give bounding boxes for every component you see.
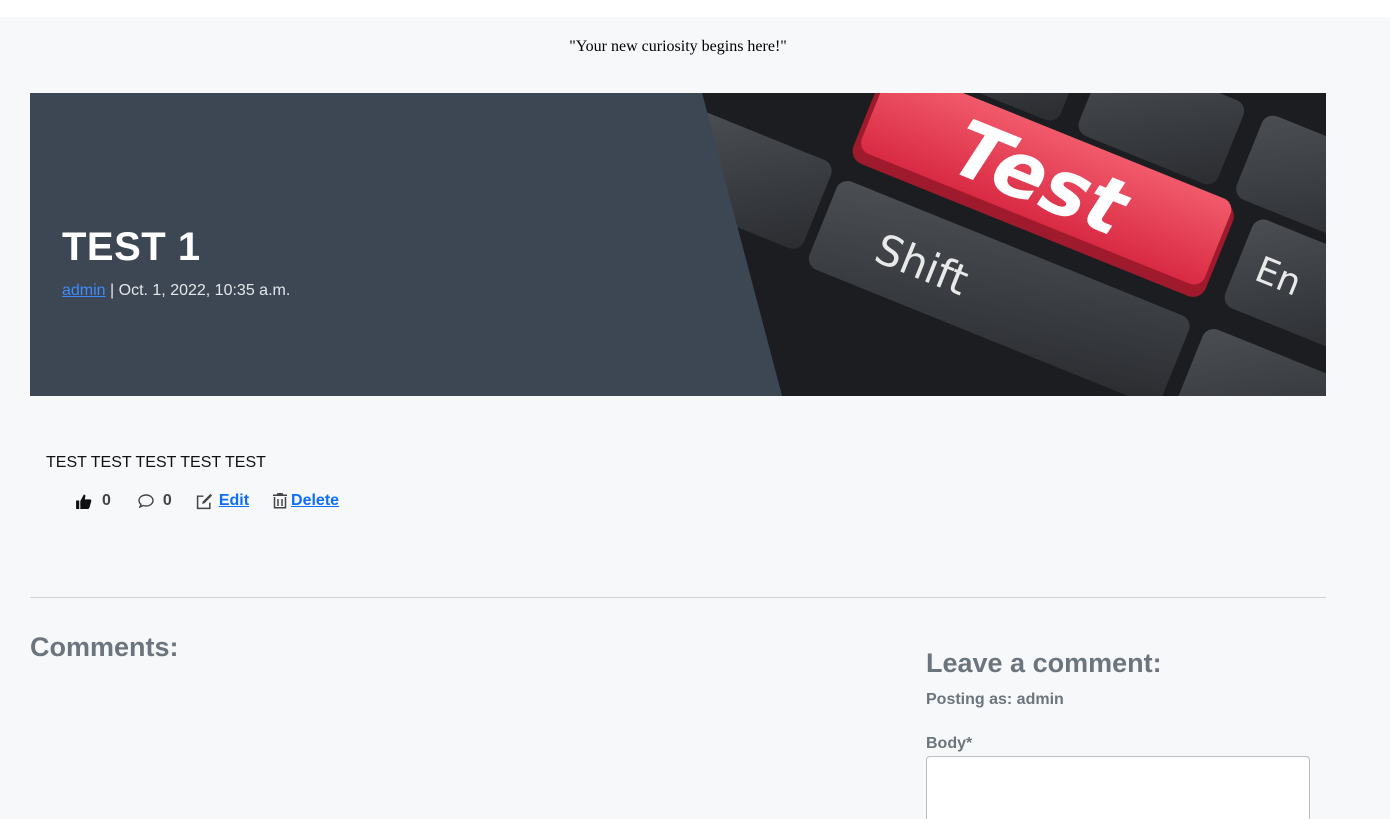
thumbs-up-icon[interactable] <box>75 493 92 510</box>
post-actions: 0 0 Edit Delete <box>75 492 363 510</box>
post-title: TEST 1 <box>62 225 201 269</box>
site-tagline: "Your new curiosity begins here!" <box>569 38 787 55</box>
hero-keyboard-image: Test Shift En <box>30 93 1326 396</box>
top-navbar <box>0 0 1390 17</box>
like-button[interactable]: 0 <box>75 492 111 510</box>
posting-as-label: Posting as: admin <box>926 691 1064 708</box>
edit-link[interactable]: Edit <box>219 492 249 510</box>
comment-body-input[interactable] <box>926 756 1310 819</box>
meta-separator: | <box>105 282 119 299</box>
body-field-label: Body* <box>926 735 973 752</box>
post-meta: admin | Oct. 1, 2022, 10:35 a.m. <box>62 282 290 300</box>
comments-heading: Comments: <box>30 632 179 662</box>
like-count: 0 <box>102 492 111 509</box>
post-date: Oct. 1, 2022, 10:35 a.m. <box>118 282 291 299</box>
comment-count-indicator: 0 <box>137 492 172 510</box>
author-link[interactable]: admin <box>62 282 106 299</box>
comment-count: 0 <box>162 492 172 509</box>
section-divider <box>30 597 1326 598</box>
trash-icon[interactable] <box>273 493 288 509</box>
edit-button[interactable]: Edit <box>196 492 249 510</box>
delete-link[interactable]: Delete <box>291 492 339 510</box>
delete-button[interactable]: Delete <box>273 492 339 510</box>
comment-icon <box>137 493 157 510</box>
post-body-text: TEST TEST TEST TEST TEST <box>46 454 266 471</box>
edit-icon[interactable] <box>196 493 213 510</box>
leave-comment-heading: Leave a comment: <box>926 648 1162 678</box>
post-hero: Test Shift En TEST 1 admin | Oct. 1, 202… <box>30 93 1326 396</box>
